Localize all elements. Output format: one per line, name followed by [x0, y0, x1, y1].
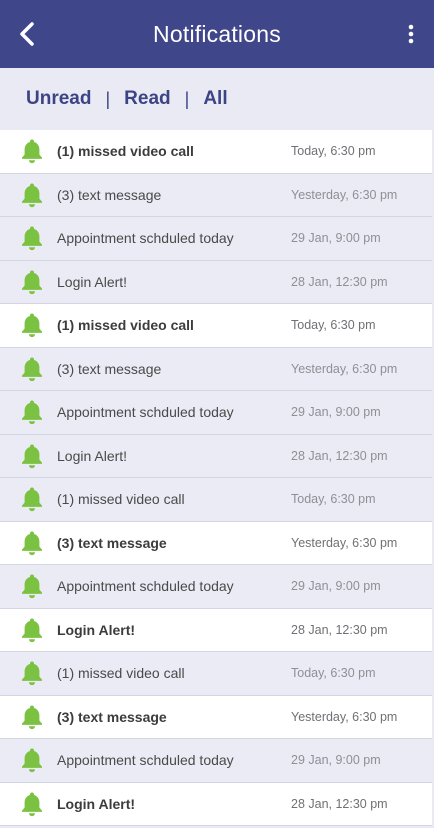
notification-text: (1) missed video call	[57, 491, 185, 508]
bell-icon	[20, 617, 44, 643]
bell-icon	[20, 225, 44, 251]
notification-item[interactable]: Appointment schduled today 29 Jan, 9:00 p…	[0, 391, 432, 435]
notification-text: Login Alert!	[57, 621, 136, 638]
notification-time: 29 Jan, 9:00 pm	[291, 231, 381, 246]
notification-text: (1) missed video call	[57, 317, 194, 334]
notification-time: 28 Jan, 12:30 pm	[291, 622, 388, 637]
tab-unread[interactable]: Unread	[26, 88, 91, 110]
notification-text: (3) text message	[57, 360, 162, 377]
notification-text: Login Alert!	[57, 273, 128, 290]
notification-time: 28 Jan, 12:30 pm	[291, 274, 388, 289]
notification-time: 28 Jan, 12:30 pm	[291, 448, 388, 463]
notification-text: Login Alert!	[57, 447, 128, 464]
bell-icon	[20, 660, 44, 686]
notification-item[interactable]: Login Alert! 28 Jan, 12:30 pm	[0, 434, 432, 478]
tab-all[interactable]: All	[203, 88, 227, 110]
notification-time: 28 Jan, 12:30 pm	[291, 796, 388, 811]
notification-item[interactable]: (1) missed video call Today, 6:30 pm	[0, 304, 432, 348]
notification-item[interactable]: Login Alert! 28 Jan, 12:30 pm	[0, 260, 432, 304]
notification-time: Yesterday, 6:30 pm	[291, 361, 398, 376]
bell-icon	[20, 399, 44, 425]
notification-list: (1) missed video call Today, 6:30 pm (3) t…	[0, 130, 432, 826]
notification-time: 29 Jan, 9:00 pm	[291, 753, 381, 768]
notification-text: Appointment schduled today	[57, 578, 234, 595]
notification-item[interactable]: (1) missed video call Today, 6:30 pm	[0, 130, 432, 174]
notification-time: Today, 6:30 pm	[291, 144, 376, 159]
filter-bar: Unread | Read | All	[0, 68, 434, 130]
notification-item[interactable]: (3) text message Yesterday, 6:30 pm	[0, 695, 432, 739]
notification-time: Today, 6:30 pm	[291, 666, 376, 681]
bell-icon	[20, 312, 44, 338]
notification-text: (3) text message	[57, 708, 167, 725]
notification-time: 29 Jan, 9:00 pm	[291, 405, 381, 420]
notification-item[interactable]: (3) text message Yesterday, 6:30 pm	[0, 521, 432, 565]
notification-text: Appointment schduled today	[57, 752, 234, 769]
notification-time: Today, 6:30 pm	[291, 318, 376, 333]
notification-item[interactable]: Appointment schduled today 29 Jan, 9:00 p…	[0, 565, 432, 609]
notification-time: Yesterday, 6:30 pm	[291, 709, 398, 724]
bell-icon	[20, 704, 44, 730]
tab-read[interactable]: Read	[124, 88, 170, 110]
bell-icon	[20, 138, 44, 164]
bell-icon	[20, 443, 44, 469]
tab-separator: |	[184, 88, 190, 109]
bell-icon	[20, 486, 44, 512]
notification-time: Yesterday, 6:30 pm	[291, 187, 398, 202]
notification-text: Login Alert!	[57, 795, 136, 812]
notification-time: Yesterday, 6:30 pm	[291, 535, 398, 550]
notification-text: (3) text message	[57, 534, 167, 551]
notification-text: (3) text message	[57, 186, 162, 203]
notification-item[interactable]: Appointment schduled today 29 Jan, 9:00 p…	[0, 739, 432, 783]
notification-text: Appointment schduled today	[57, 230, 234, 247]
page-title: Notifications	[153, 21, 281, 47]
bell-icon	[20, 747, 44, 773]
bell-icon	[20, 573, 44, 599]
more-options-button[interactable]	[402, 20, 420, 48]
notification-item[interactable]: Appointment schduled today 29 Jan, 9:00 p…	[0, 217, 432, 261]
notification-text: (1) missed video call	[57, 143, 194, 160]
notification-time: 29 Jan, 9:00 pm	[291, 579, 381, 594]
more-vertical-icon	[408, 24, 414, 44]
notification-text: (1) missed video call	[57, 665, 185, 682]
notification-item[interactable]: Login Alert! 28 Jan, 12:30 pm	[0, 608, 432, 652]
notification-item[interactable]: (3) text message Yesterday, 6:30 pm	[0, 347, 432, 391]
bell-icon	[20, 269, 44, 295]
bell-icon	[20, 356, 44, 382]
bell-icon	[20, 182, 44, 208]
tab-separator: |	[105, 88, 111, 109]
notification-item[interactable]: (1) missed video call Today, 6:30 pm	[0, 652, 432, 696]
notification-item[interactable]: Login Alert! 28 Jan, 12:30 pm	[0, 782, 432, 826]
notification-text: Appointment schduled today	[57, 404, 234, 421]
notification-item[interactable]: (1) missed video call Today, 6:30 pm	[0, 478, 432, 522]
bell-icon	[20, 530, 44, 556]
app-header: Notifications	[0, 0, 434, 68]
notification-item[interactable]: (3) text message Yesterday, 6:30 pm	[0, 173, 432, 217]
bell-icon	[20, 791, 44, 817]
notification-time: Today, 6:30 pm	[291, 492, 376, 507]
